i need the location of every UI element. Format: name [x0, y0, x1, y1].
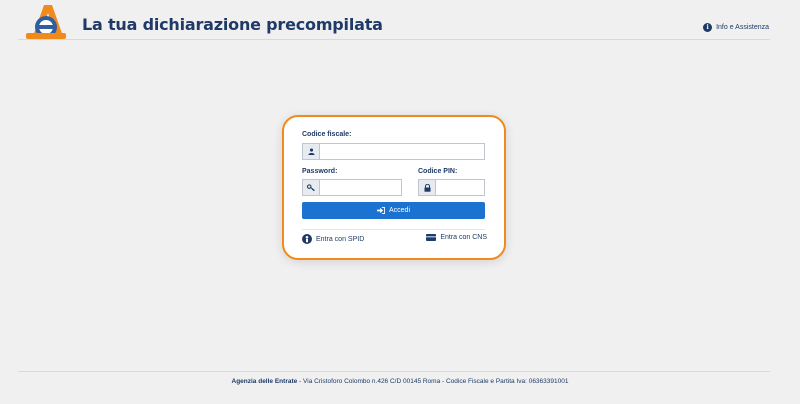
codice-pin-input[interactable] — [436, 180, 484, 195]
codice-fiscale-group — [302, 143, 485, 160]
footer-divider — [18, 371, 770, 372]
cns-login-label: Entra con CNS — [440, 234, 487, 241]
app-title: La tua dichiarazione precompilata — [82, 15, 383, 34]
footer-address: - Via Cristoforo Colombo n.426 C/D 00145… — [297, 378, 569, 385]
login-page: La tua dichiarazione precompilata i Info… — [0, 0, 800, 404]
sign-in-icon — [377, 207, 385, 214]
user-icon — [303, 144, 320, 159]
header: La tua dichiarazione precompilata i Info… — [0, 0, 800, 40]
spid-icon — [302, 234, 312, 244]
codice-pin-label: Codice PIN: — [418, 168, 458, 175]
agenzia-entrate-logo[interactable] — [24, 3, 68, 41]
password-label: Password: — [302, 168, 338, 175]
info-assistenza-label: Info e Assistenza — [716, 24, 769, 31]
info-assistenza-link[interactable]: i Info e Assistenza — [703, 23, 769, 32]
spid-login-label: Entra con SPID — [316, 235, 365, 243]
key-icon — [303, 180, 320, 195]
accedi-label: Accedi — [388, 207, 410, 214]
footer: Agenzia delle Entrate - Via Cristoforo C… — [0, 378, 800, 385]
password-input[interactable] — [320, 180, 401, 195]
codice-pin-group — [418, 179, 485, 196]
password-group — [302, 179, 402, 196]
info-icon: i — [703, 23, 713, 32]
lock-icon — [419, 180, 436, 195]
spid-login-link[interactable]: Entra con SPID — [302, 234, 364, 244]
codice-fiscale-label: Codice fiscale: — [302, 131, 352, 138]
codice-fiscale-input[interactable] — [320, 144, 484, 159]
cns-login-link[interactable]: Entra con CNS — [426, 234, 487, 241]
header-divider — [18, 39, 770, 40]
footer-org-name[interactable]: Agenzia delle Entrate — [232, 378, 298, 385]
cns-card-icon — [426, 234, 437, 241]
accedi-button[interactable]: Accedi — [302, 202, 485, 219]
card-divider — [302, 229, 485, 230]
login-card: Codice fiscale: Password: Codice PIN: Ac… — [282, 115, 506, 260]
